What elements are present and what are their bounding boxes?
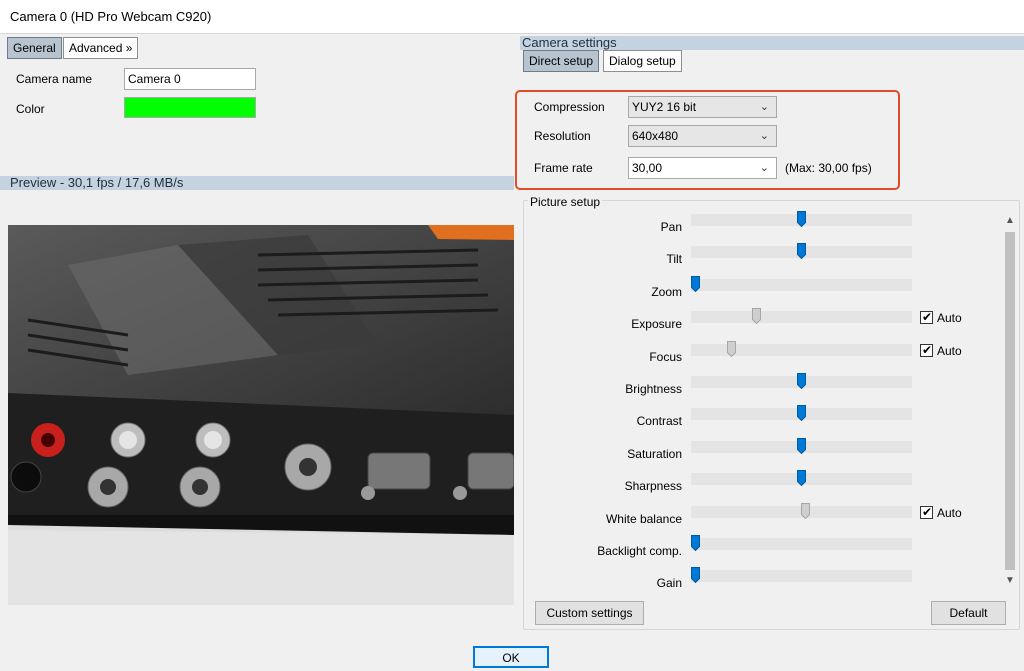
- checkmark-icon: ✔: [922, 343, 933, 357]
- pan-label: Pan: [660, 220, 682, 234]
- sharpness-label: Sharpness: [624, 479, 682, 493]
- tab-general[interactable]: General: [7, 37, 62, 59]
- highlight-box: [515, 90, 900, 190]
- custom-settings-button[interactable]: Custom settings: [535, 601, 644, 625]
- camera-settings-header: Camera settings: [522, 35, 617, 50]
- camera-preview-image: [8, 225, 514, 605]
- tab-dialog-setup[interactable]: Dialog setup: [603, 50, 682, 72]
- title-bar: Camera 0 (HD Pro Webcam C920): [0, 0, 1024, 34]
- backlight-comp-slider[interactable]: [691, 535, 912, 551]
- scrollbar-thumb[interactable]: [1005, 232, 1015, 570]
- sharpness-slider-thumb[interactable]: [797, 470, 806, 486]
- tilt-label: Tilt: [666, 252, 682, 266]
- contrast-slider[interactable]: [691, 405, 912, 421]
- gain-slider[interactable]: [691, 567, 912, 583]
- brightness-slider[interactable]: [691, 373, 912, 389]
- scroll-up-icon[interactable]: ▲: [1002, 212, 1018, 230]
- tilt-slider[interactable]: [691, 243, 912, 259]
- camera-name-input[interactable]: Camera 0: [124, 68, 256, 90]
- tab-advanced[interactable]: Advanced »: [63, 37, 139, 59]
- checkmark-icon: ✔: [922, 505, 933, 519]
- white-balance-slider[interactable]: [691, 503, 912, 519]
- tilt-slider-thumb[interactable]: [797, 243, 806, 259]
- camera-name-label: Camera name: [16, 72, 93, 86]
- tab-direct-setup[interactable]: Direct setup: [523, 50, 600, 72]
- gain-slider-thumb[interactable]: [691, 567, 700, 583]
- exposure-auto-label: Auto: [937, 311, 962, 325]
- checkmark-icon: ✔: [922, 310, 933, 324]
- contrast-slider-thumb[interactable]: [797, 405, 806, 421]
- pan-slider[interactable]: [691, 211, 912, 227]
- ok-button[interactable]: OK: [473, 646, 549, 668]
- focus-label: Focus: [649, 350, 682, 364]
- contrast-label: Contrast: [636, 414, 682, 428]
- default-button[interactable]: Default: [931, 601, 1006, 625]
- saturation-label: Saturation: [627, 447, 682, 461]
- window-title: Camera 0 (HD Pro Webcam C920): [10, 9, 212, 24]
- focus-slider-thumb[interactable]: [727, 341, 736, 357]
- pan-slider-thumb[interactable]: [797, 211, 806, 227]
- picture-setup-scrollbar[interactable]: ▲ ▼: [1002, 210, 1018, 592]
- saturation-slider[interactable]: [691, 438, 912, 454]
- exposure-auto-checkbox[interactable]: ✔: [920, 310, 933, 324]
- sharpness-slider[interactable]: [691, 470, 912, 486]
- color-swatch[interactable]: [124, 97, 256, 118]
- gain-label: Gain: [656, 576, 682, 590]
- picture-setup-title: Picture setup: [528, 195, 603, 209]
- focus-auto-label: Auto: [937, 344, 962, 358]
- white-balance-label: White balance: [605, 512, 682, 526]
- scroll-down-icon[interactable]: ▼: [1002, 572, 1018, 590]
- brightness-slider-thumb[interactable]: [797, 373, 806, 389]
- backlight-comp-label: Backlight comp.: [597, 544, 682, 558]
- focus-auto-checkbox[interactable]: ✔: [920, 343, 933, 357]
- white-balance-auto-checkbox[interactable]: ✔: [920, 505, 933, 519]
- exposure-slider-thumb[interactable]: [752, 308, 761, 324]
- brightness-label: Brightness: [625, 382, 682, 396]
- color-label: Color: [16, 102, 45, 116]
- backlight-comp-slider-thumb[interactable]: [691, 535, 700, 551]
- exposure-label: Exposure: [631, 317, 682, 331]
- focus-slider[interactable]: [691, 341, 912, 357]
- zoom-slider-thumb[interactable]: [691, 276, 700, 292]
- zoom-label: Zoom: [651, 285, 682, 299]
- zoom-slider[interactable]: [691, 276, 912, 292]
- white-balance-slider-thumb[interactable]: [801, 503, 810, 519]
- exposure-slider[interactable]: [691, 308, 912, 324]
- saturation-slider-thumb[interactable]: [797, 438, 806, 454]
- white-balance-auto-label: Auto: [937, 506, 962, 520]
- preview-header: Preview - 30,1 fps / 17,6 MB/s: [10, 175, 184, 190]
